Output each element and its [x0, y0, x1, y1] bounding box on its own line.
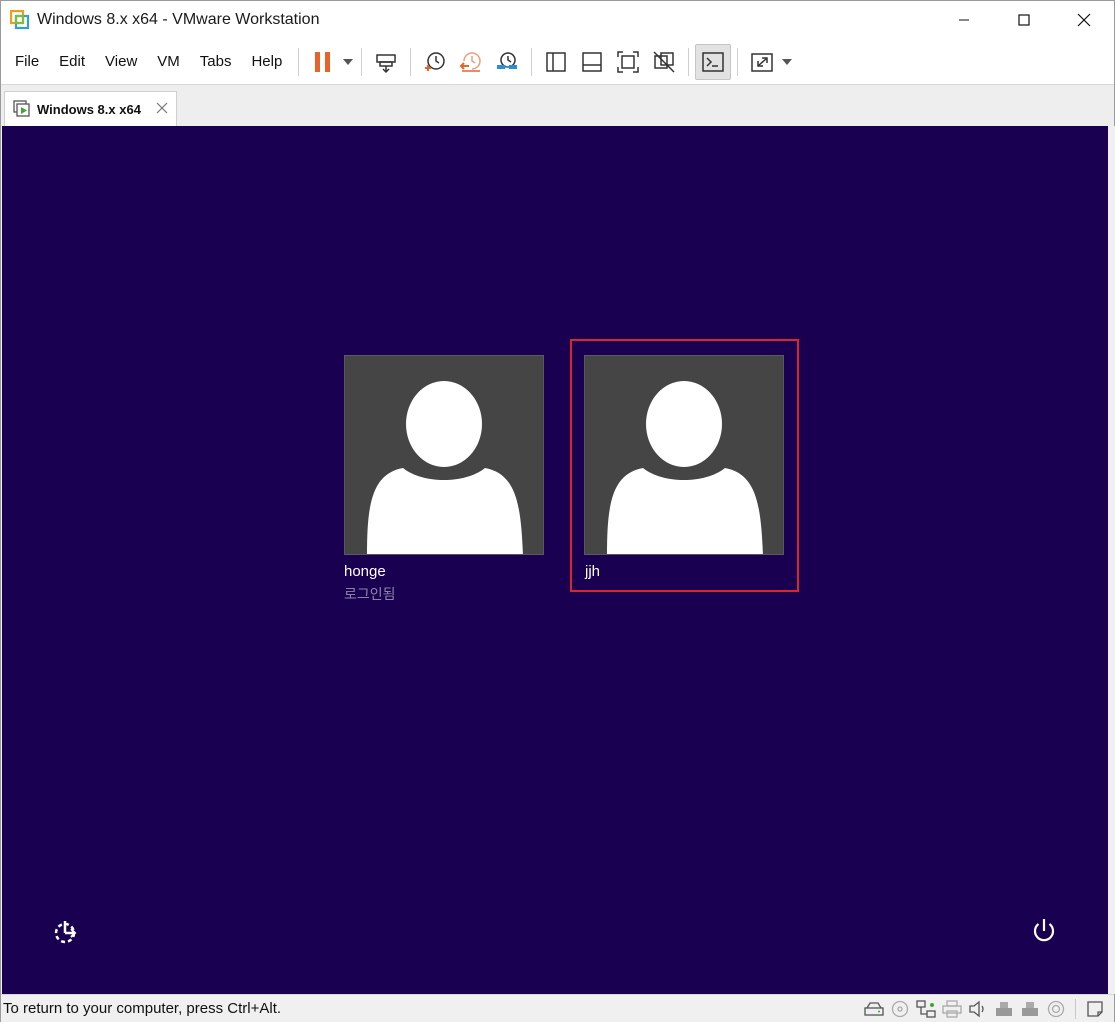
full-screen-dropdown[interactable] — [780, 44, 794, 80]
pause-button[interactable] — [305, 44, 341, 80]
status-bar: To return to your computer, press Ctrl+A… — [1, 994, 1114, 1022]
fit-guest-now-button[interactable] — [610, 44, 646, 80]
show-thumbnail-bar-button[interactable] — [574, 44, 610, 80]
toolbar-divider — [737, 47, 739, 76]
tab-windows-8x-x64[interactable]: Windows 8.x x64 — [4, 91, 177, 126]
pause-dropdown[interactable] — [341, 44, 355, 80]
display-status[interactable] — [1045, 998, 1067, 1020]
close-icon — [1077, 13, 1091, 27]
maximize-button[interactable] — [994, 1, 1054, 39]
send-keys-icon — [376, 53, 397, 73]
status-divider — [1075, 999, 1076, 1019]
toolbar-divider — [688, 47, 690, 76]
display-icon — [1047, 1000, 1065, 1018]
menu-tabs[interactable]: Tabs — [190, 47, 242, 77]
unity-button[interactable] — [646, 44, 682, 80]
minimize-button[interactable] — [934, 1, 994, 39]
snapshot-manager-icon — [497, 51, 518, 69]
snapshot-icon — [425, 51, 446, 71]
status-message: To return to your computer, press Ctrl+A… — [3, 1000, 282, 1017]
toolbar-divider — [531, 47, 533, 76]
thumbnail-view-icon — [582, 51, 603, 72]
speaker-icon — [969, 1000, 984, 1018]
title-bar: Windows 8.x x64 - VMware Workstation — [1, 1, 1114, 39]
usb-device-2-status[interactable] — [1019, 998, 1041, 1020]
vm-running-icon — [13, 100, 30, 117]
vmware-logo-icon — [10, 10, 30, 30]
window-title: Windows 8.x x64 - VMware Workstation — [37, 11, 320, 28]
usb-device-1-status[interactable] — [993, 998, 1015, 1020]
ease-of-access-button[interactable] — [51, 918, 79, 946]
power-icon — [1033, 919, 1055, 942]
console-view-icon — [702, 51, 725, 72]
close-icon — [156, 102, 168, 114]
vm-console[interactable]: honge 로그인됨 jjh — [2, 126, 1108, 994]
console-gutter — [1108, 126, 1115, 994]
usb-device-icon — [996, 1002, 1012, 1016]
pause-icon — [315, 51, 331, 72]
usb-device-icon — [1022, 1002, 1038, 1016]
menu-edit[interactable]: Edit — [49, 47, 95, 77]
send-ctrl-alt-del-button[interactable] — [368, 44, 404, 80]
sound-status[interactable] — [967, 998, 989, 1020]
ease-of-access-icon — [54, 921, 77, 944]
hard-disk-icon — [864, 1002, 884, 1016]
vmware-window: Windows 8.x x64 - VMware Workstation Fil… — [0, 0, 1115, 1022]
hard-disk-status[interactable] — [863, 998, 885, 1020]
user-name: jjh — [585, 563, 601, 580]
menu-vm[interactable]: VM — [147, 47, 190, 77]
toolbar-divider — [298, 47, 300, 76]
take-snapshot-button[interactable] — [417, 44, 453, 80]
user-tile-honge[interactable] — [344, 355, 544, 555]
close-button[interactable] — [1054, 1, 1114, 39]
fit-guest-icon — [617, 50, 640, 73]
user-avatar-icon — [367, 381, 523, 554]
power-button[interactable] — [1030, 917, 1058, 945]
user-avatar-icon — [607, 381, 763, 554]
revert-snapshot-button[interactable] — [453, 44, 489, 80]
menu-toolbar: File Edit View VM Tabs Help — [1, 39, 1114, 85]
full-screen-button[interactable] — [744, 44, 780, 80]
menu-view[interactable]: View — [95, 47, 147, 77]
printer-status[interactable] — [941, 998, 963, 1020]
show-library-button[interactable] — [538, 44, 574, 80]
tab-label: Windows 8.x x64 — [37, 101, 141, 117]
toolbar-divider — [410, 47, 412, 76]
toolbar-divider — [361, 47, 363, 76]
fullscreen-icon — [751, 52, 774, 72]
sidebar-view-icon — [546, 51, 567, 72]
chevron-down-icon — [343, 58, 354, 65]
revert-snapshot-icon — [459, 51, 482, 72]
minimize-icon — [959, 19, 969, 21]
snapshot-manager-button[interactable] — [489, 44, 525, 80]
maximize-icon — [1018, 14, 1030, 26]
cd-dvd-status[interactable] — [889, 998, 911, 1020]
tab-bar: Windows 8.x x64 — [1, 85, 1114, 126]
message-log-button[interactable] — [1084, 998, 1106, 1020]
unity-disabled-icon — [653, 50, 675, 73]
menu-file[interactable]: File — [5, 47, 49, 77]
chevron-down-icon — [782, 58, 793, 65]
note-icon — [1087, 1001, 1103, 1017]
user-tile-jjh[interactable] — [584, 355, 784, 555]
menu-help[interactable]: Help — [241, 47, 292, 77]
user-status: 로그인됨 — [344, 586, 396, 602]
tab-close-button[interactable] — [154, 100, 170, 116]
console-view-button[interactable] — [695, 43, 732, 80]
user-name: honge — [344, 563, 386, 580]
printer-icon — [942, 1000, 962, 1018]
cd-dvd-icon — [891, 1000, 909, 1018]
menu-bar: File Edit View VM Tabs Help — [5, 47, 292, 77]
network-adapter-icon — [916, 1000, 936, 1018]
network-status[interactable] — [915, 998, 937, 1020]
